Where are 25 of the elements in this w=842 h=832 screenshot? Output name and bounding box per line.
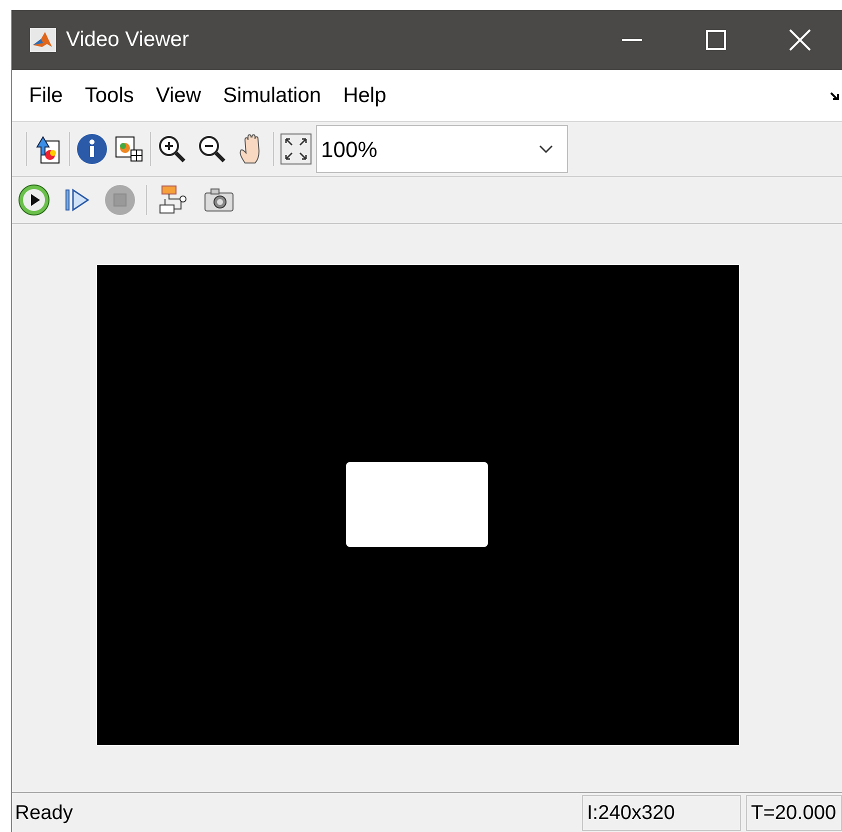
app-logo-icon: [30, 28, 56, 52]
menu-item[interactable]: Simulation: [212, 80, 332, 112]
chevron-down-icon: [539, 145, 553, 153]
image-size-field: I:240x320: [582, 794, 741, 830]
zoom-in-icon[interactable]: [157, 134, 187, 164]
menu-item[interactable]: View: [144, 80, 212, 112]
menu-item[interactable]: File: [18, 80, 74, 112]
camera-icon[interactable]: [203, 187, 235, 213]
minimize-icon: [622, 39, 642, 41]
block-diagram-icon[interactable]: [157, 185, 189, 215]
stop-icon[interactable]: [104, 184, 136, 216]
status-message: Ready: [14, 800, 74, 826]
dock-arrow-icon[interactable]: [830, 90, 840, 100]
zoom-dropdown[interactable]: 100%: [316, 125, 568, 173]
window-title: Video Viewer: [66, 27, 189, 54]
menu-item[interactable]: Tools: [74, 80, 145, 112]
close-icon: [789, 29, 811, 51]
fit-to-window-icon[interactable]: [280, 133, 312, 165]
info-icon[interactable]: [76, 133, 108, 165]
zoom-out-icon[interactable]: [197, 134, 227, 164]
play-icon[interactable]: [18, 184, 50, 216]
step-forward-icon[interactable]: [64, 187, 90, 213]
maximize-icon: [706, 30, 726, 50]
menu-item[interactable]: Help: [332, 80, 398, 112]
time-field: T=20.000: [746, 794, 842, 830]
